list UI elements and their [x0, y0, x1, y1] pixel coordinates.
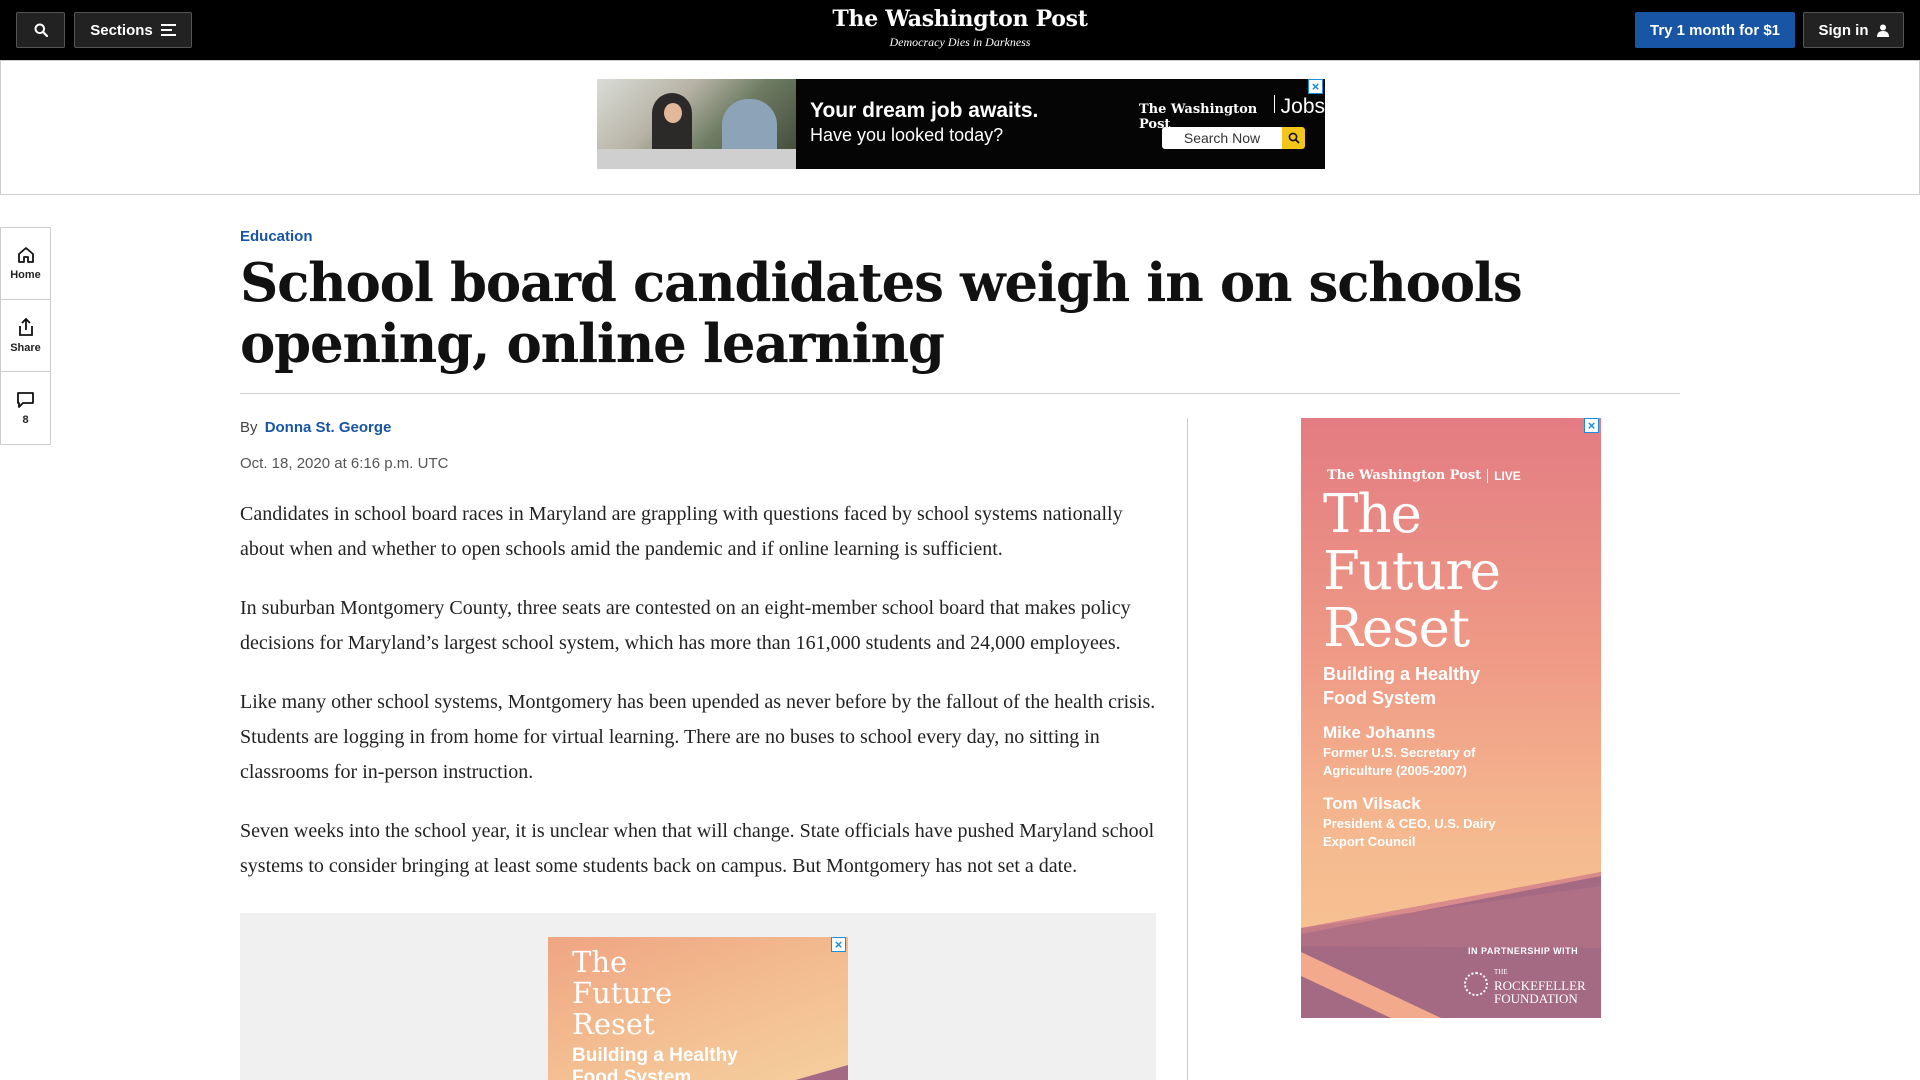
speaker-name: Mike Johanns — [1323, 723, 1436, 742]
speaker-role: President & CEO, U.S. Dairy Export Counc… — [1323, 816, 1496, 849]
rail-home-label: Home — [10, 269, 41, 281]
logo-name: The Washington Post — [832, 6, 1088, 32]
ad-photo — [597, 79, 796, 169]
rail-comments-count: 8 — [22, 413, 29, 426]
ad-headline: Your dream job awaits. — [810, 99, 1039, 122]
rail-share-label: Share — [10, 341, 41, 354]
sidebar-advertisement[interactable]: The Washington Post LIVE The Future Rese… — [1301, 418, 1601, 1018]
right-ad-brand-name: The Washington Post — [1327, 468, 1482, 483]
jobs-logo-suffix: Jobs — [1280, 95, 1325, 118]
article-paragraph: In suburban Montgomery County, three sea… — [240, 597, 1131, 654]
ad-search-button[interactable] — [1282, 127, 1305, 149]
article-paragraph: Seven weeks into the school year, it is … — [240, 820, 1155, 877]
author-link[interactable]: Donna St. George — [265, 419, 392, 436]
jobs-advertisement[interactable]: Your dream job awaits. Have you looked t… — [597, 79, 1325, 169]
home-icon — [17, 247, 34, 263]
partner-name: ROCKEFELLER FOUNDATION — [1494, 978, 1586, 1006]
byline-prefix: By — [240, 419, 258, 436]
share-icon — [18, 317, 33, 336]
section-kicker[interactable]: Education — [240, 228, 313, 245]
logo-tagline: Democracy Dies in Darkness — [889, 35, 1031, 49]
rail-share-button[interactable]: Share — [1, 300, 50, 372]
publish-date: Oct. 18, 2020 at 6:16 p.m. UTC — [240, 455, 449, 472]
column-divider — [1187, 418, 1188, 1080]
comment-icon — [17, 391, 34, 408]
search-icon — [1288, 132, 1300, 144]
article-body: Candidates in school board races in Mary… — [240, 497, 1160, 908]
inline-ad-subtitle: Building a Healthy Food System — [572, 1045, 738, 1080]
byline: By Donna St. George — [240, 419, 391, 436]
site-logo[interactable]: The Washington Post Democracy Dies in Da… — [0, 6, 1920, 50]
rail-comments-button[interactable]: 8 — [1, 372, 50, 444]
top-ad-band: Your dream job awaits. Have you looked t… — [0, 60, 1920, 195]
article-paragraph: Candidates in school board races in Mary… — [240, 503, 1123, 560]
partner-the: THE — [1494, 968, 1508, 976]
rail-home-button[interactable]: Home — [1, 228, 50, 300]
right-ad-brand: The Washington Post LIVE — [1327, 468, 1521, 483]
speaker-name: Tom Vilsack — [1323, 794, 1421, 813]
ad-close-icon[interactable]: × — [1584, 418, 1599, 433]
headline-divider — [240, 393, 1680, 394]
ad-close-icon[interactable]: × — [1308, 79, 1323, 94]
sign-in-button[interactable]: Sign in — [1803, 12, 1904, 48]
user-icon — [1876, 24, 1889, 37]
partner-logo: THE ROCKEFELLER FOUNDATION — [1464, 963, 1586, 1005]
subscribe-trial-button[interactable]: Try 1 month for $1 — [1635, 12, 1795, 48]
ad-search-field[interactable]: Search Now — [1162, 127, 1282, 149]
partner-label: IN PARTNERSHIP WITH — [1468, 946, 1579, 956]
ad-subline: Have you looked today? — [810, 125, 1004, 145]
sign-in-label: Sign in — [1818, 21, 1869, 39]
speaker-role: Former U.S. Secretary of Agriculture (20… — [1323, 745, 1476, 778]
article-paragraph: Like many other school systems, Montgome… — [240, 691, 1156, 783]
right-ad-title: The Future Reset — [1323, 484, 1501, 659]
inline-ad-title: The Future Reset — [572, 945, 673, 1041]
article-action-rail: Home Share 8 — [0, 227, 51, 445]
right-ad-subtitle: Building a Healthy Food System — [1323, 664, 1481, 708]
top-navigation-bar: Sections The Washington Post Democracy D… — [0, 0, 1920, 60]
inline-advertisement[interactable]: The Future Reset Building a Healthy Food… — [548, 937, 848, 1080]
ad-close-icon[interactable]: × — [831, 937, 846, 952]
article-headline: School board candidates weigh in on scho… — [240, 252, 1523, 375]
right-ad-brand-suffix: LIVE — [1494, 468, 1521, 483]
